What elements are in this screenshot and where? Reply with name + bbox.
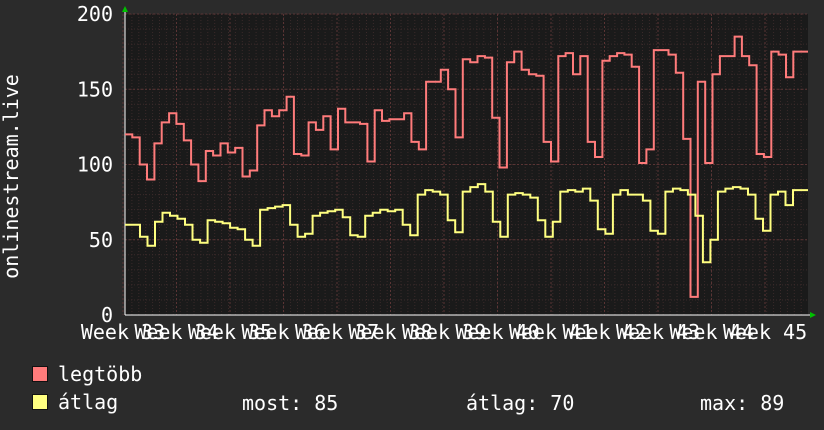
y-tick-label: 200 [77, 2, 113, 26]
y-tick-label: 50 [89, 228, 113, 252]
y-axis-arrow [122, 6, 128, 12]
x-tick-label: Week 45 [723, 320, 807, 344]
x-axis-arrow [810, 312, 816, 318]
y-axis-label: onlinestream.live [0, 74, 23, 279]
y-tick-label: 150 [77, 77, 113, 101]
y-tick-label: 100 [77, 153, 113, 177]
chart: 050100150200Week 33Week 34Week 35Week 36… [0, 2, 816, 344]
